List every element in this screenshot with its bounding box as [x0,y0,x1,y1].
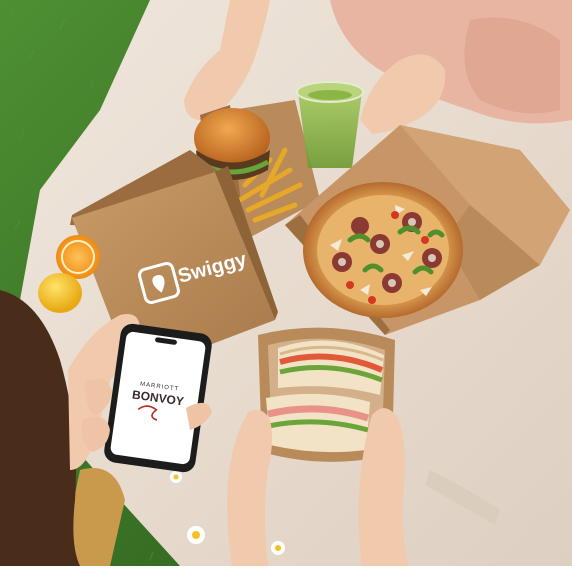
lemon [38,273,82,313]
matcha-drink [296,81,364,168]
picnic-photo: Swiggy MARRIOTT BONVOY [0,0,572,566]
sandwich-bottom [266,393,370,453]
smartphone: MARRIOTT BONVOY [104,323,212,473]
bottom-border [0,566,572,579]
